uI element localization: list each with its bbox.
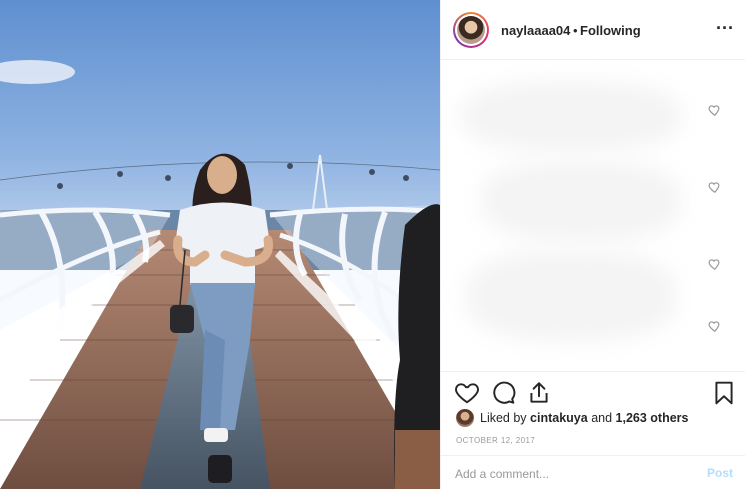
following-button[interactable]: Following: [580, 23, 641, 38]
likes-summary[interactable]: Liked by cintakuya and 1,263 others: [456, 408, 689, 428]
comment-like-icon[interactable]: [707, 103, 721, 117]
likes-text: Liked by cintakuya and 1,263 others: [480, 411, 689, 425]
likes-count[interactable]: 1,263 others: [616, 411, 689, 425]
post-comment-button[interactable]: Post: [707, 466, 733, 480]
avatar[interactable]: [453, 12, 489, 48]
comment-like-icon[interactable]: [707, 257, 721, 271]
blurred-comment: [481, 161, 681, 241]
comment-input[interactable]: [455, 465, 685, 483]
post-header: naylaaaa04 • Following ···: [441, 0, 745, 60]
photo-scene: [0, 0, 440, 489]
comment-icon[interactable]: [490, 380, 516, 406]
username-link[interactable]: naylaaaa04: [501, 23, 570, 38]
comment-like-icon[interactable]: [707, 319, 721, 333]
liker-username[interactable]: cintakuya: [530, 411, 588, 425]
avatar-image: [457, 16, 485, 44]
bookmark-icon[interactable]: [711, 380, 737, 406]
more-options-icon[interactable]: ···: [714, 19, 736, 41]
post-details-panel: naylaaaa04 • Following ··· Liked by cint…: [440, 0, 745, 489]
comment-bar: Post: [441, 455, 745, 489]
comment-like-icon[interactable]: [707, 180, 721, 194]
post-date[interactable]: OCTOBER 12, 2017: [456, 436, 535, 445]
post-photo[interactable]: [0, 0, 440, 489]
heart-icon[interactable]: [454, 380, 480, 406]
likes-joiner: and: [591, 411, 613, 425]
liker-avatar: [456, 409, 474, 427]
blurred-comment: [466, 251, 676, 341]
share-icon[interactable]: [526, 380, 552, 406]
action-bar: [441, 371, 745, 411]
likes-prefix: Liked by: [480, 411, 527, 425]
separator-dot: •: [573, 23, 578, 38]
comments-list[interactable]: [441, 61, 745, 371]
blurred-comment: [461, 81, 681, 151]
